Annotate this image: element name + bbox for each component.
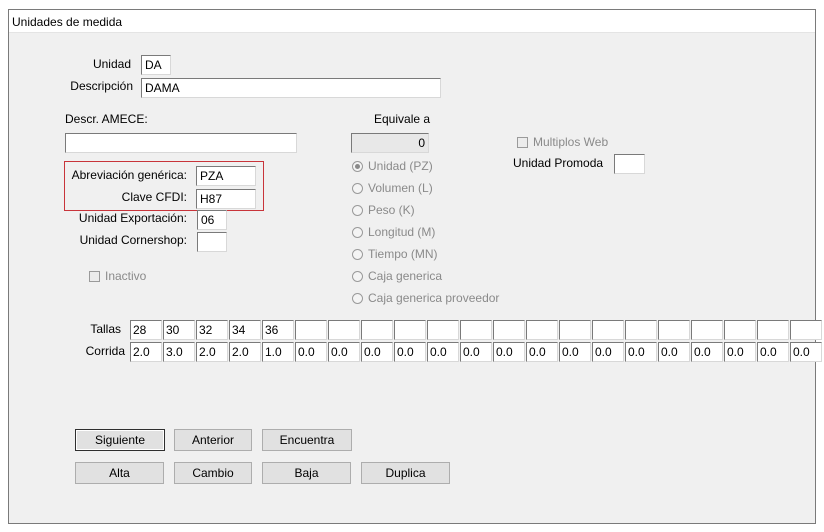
- equivale-input: 0: [351, 133, 429, 153]
- talla-cell[interactable]: [394, 320, 426, 340]
- corrida-cell[interactable]: 0.0: [757, 342, 789, 362]
- radio-longitud[interactable]: Longitud (M): [352, 225, 435, 239]
- corrida-cell[interactable]: 0.0: [592, 342, 624, 362]
- abreviacion-input[interactable]: PZA: [196, 166, 256, 186]
- checkbox-icon: [517, 136, 528, 148]
- checkbox-icon: [89, 270, 100, 282]
- radio-label: Caja generica proveedor: [368, 291, 500, 305]
- talla-cell[interactable]: [691, 320, 723, 340]
- promoda-input[interactable]: [614, 154, 645, 174]
- talla-cell[interactable]: [559, 320, 591, 340]
- window-title: Unidades de medida: [9, 10, 815, 33]
- radio-volumen[interactable]: Volumen (L): [352, 181, 433, 195]
- corrida-label: Corrida: [85, 344, 125, 358]
- inactivo-checkbox[interactable]: Inactivo: [89, 269, 146, 283]
- exportacion-label: Unidad Exportación:: [78, 211, 187, 225]
- corrida-cell[interactable]: 0.0: [394, 342, 426, 362]
- corrida-cell[interactable]: 2.0: [196, 342, 228, 362]
- corrida-cell[interactable]: 0.0: [691, 342, 723, 362]
- talla-cell[interactable]: [328, 320, 360, 340]
- abreviacion-label: Abreviación genérica:: [71, 168, 187, 182]
- talla-cell[interactable]: [790, 320, 822, 340]
- corrida-cell[interactable]: 0.0: [460, 342, 492, 362]
- talla-cell[interactable]: 28: [130, 320, 162, 340]
- corrida-cell[interactable]: 2.0: [130, 342, 162, 362]
- radio-label: Longitud (M): [368, 225, 436, 239]
- inactivo-label: Inactivo: [105, 269, 147, 283]
- radio-icon: [352, 248, 363, 260]
- corrida-cell[interactable]: 0.0: [361, 342, 393, 362]
- radio-caja-generica[interactable]: Caja generica: [352, 269, 442, 283]
- radio-icon: [352, 292, 363, 304]
- talla-cell[interactable]: [361, 320, 393, 340]
- corrida-cell[interactable]: 0.0: [658, 342, 690, 362]
- radio-label: Volumen (L): [368, 181, 433, 195]
- units-window: Unidades de medida Unidad DA Descripción…: [8, 9, 822, 524]
- cornershop-input[interactable]: [197, 232, 227, 252]
- radio-label: Unidad (PZ): [368, 159, 433, 173]
- talla-cell[interactable]: 36: [262, 320, 294, 340]
- tallas-label: Tallas: [90, 322, 121, 336]
- radio-peso[interactable]: Peso (K): [352, 203, 415, 217]
- talla-cell[interactable]: [658, 320, 690, 340]
- talla-cell[interactable]: 32: [196, 320, 228, 340]
- siguiente-button[interactable]: Siguiente: [75, 429, 165, 451]
- talla-cell[interactable]: [526, 320, 558, 340]
- corrida-cell[interactable]: 0.0: [559, 342, 591, 362]
- baja-button[interactable]: Baja: [262, 462, 351, 484]
- radio-icon: [352, 204, 363, 216]
- equivale-label: Equivale a: [374, 112, 431, 126]
- talla-cell[interactable]: [724, 320, 756, 340]
- radio-icon: [352, 182, 363, 194]
- talla-cell[interactable]: [493, 320, 525, 340]
- multiplos-web-checkbox[interactable]: Multiplos Web: [517, 135, 608, 149]
- corrida-cell[interactable]: 1.0: [262, 342, 294, 362]
- radio-label: Caja generica: [368, 269, 443, 283]
- corrida-cell[interactable]: 3.0: [163, 342, 195, 362]
- talla-cell[interactable]: [460, 320, 492, 340]
- descripcion-input[interactable]: DAMA: [141, 78, 441, 98]
- radio-label: Tiempo (MN): [368, 247, 438, 261]
- exportacion-input[interactable]: 06: [197, 210, 227, 230]
- unidad-label: Unidad: [92, 57, 131, 71]
- talla-cell[interactable]: [592, 320, 624, 340]
- talla-cell[interactable]: [757, 320, 789, 340]
- talla-cell[interactable]: 34: [229, 320, 261, 340]
- radio-caja-generica-proveedor[interactable]: Caja generica proveedor: [352, 291, 499, 305]
- anterior-button[interactable]: Anterior: [174, 429, 252, 451]
- unidad-input[interactable]: DA: [141, 55, 171, 75]
- radio-icon: [352, 226, 363, 238]
- radio-selected-icon: [352, 160, 363, 172]
- promoda-label: Unidad Promoda: [513, 156, 604, 170]
- encuentra-button[interactable]: Encuentra: [262, 429, 352, 451]
- alta-button[interactable]: Alta: [75, 462, 164, 484]
- radio-label: Peso (K): [368, 203, 415, 217]
- amece-input[interactable]: [65, 133, 297, 153]
- corrida-cell[interactable]: 0.0: [427, 342, 459, 362]
- radio-icon: [352, 270, 363, 282]
- radio-tiempo[interactable]: Tiempo (MN): [352, 247, 438, 261]
- talla-cell[interactable]: [427, 320, 459, 340]
- talla-cell[interactable]: [295, 320, 327, 340]
- corrida-cell[interactable]: 2.0: [229, 342, 261, 362]
- radio-unidad[interactable]: Unidad (PZ): [352, 159, 433, 173]
- cambio-button[interactable]: Cambio: [174, 462, 252, 484]
- multiplos-label: Multiplos Web: [533, 135, 609, 149]
- clave-cfdi-input[interactable]: H87: [196, 189, 256, 209]
- talla-cell[interactable]: [625, 320, 657, 340]
- corrida-cell[interactable]: 0.0: [724, 342, 756, 362]
- amece-label: Descr. AMECE:: [65, 112, 148, 126]
- clave-cfdi-label: Clave CFDI:: [121, 190, 187, 204]
- talla-cell[interactable]: 30: [163, 320, 195, 340]
- duplica-button[interactable]: Duplica: [361, 462, 450, 484]
- corrida-cell[interactable]: 0.0: [526, 342, 558, 362]
- corrida-cell[interactable]: 0.0: [328, 342, 360, 362]
- cornershop-label: Unidad Cornershop:: [79, 233, 187, 247]
- corrida-cell[interactable]: 0.0: [493, 342, 525, 362]
- corrida-cell[interactable]: 0.0: [790, 342, 822, 362]
- descripcion-label: Descripción: [70, 79, 133, 93]
- corrida-cell[interactable]: 0.0: [625, 342, 657, 362]
- corrida-cell[interactable]: 0.0: [295, 342, 327, 362]
